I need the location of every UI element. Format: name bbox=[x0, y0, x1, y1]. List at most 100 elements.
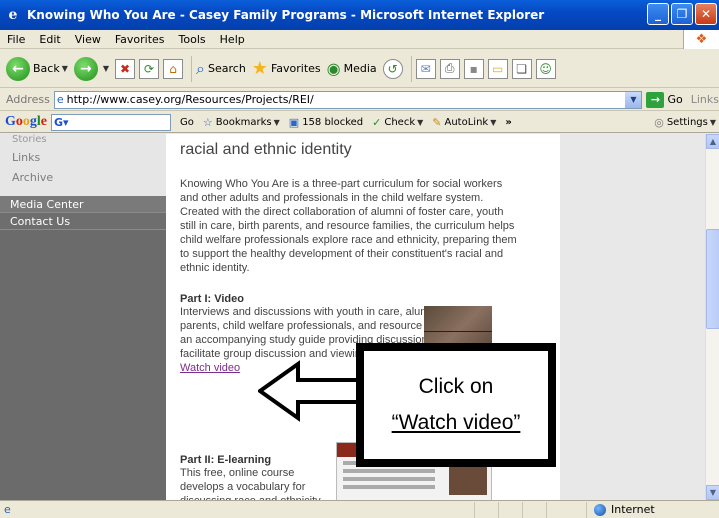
messenger-icon[interactable]: ☺ bbox=[535, 58, 556, 79]
sidebar-item-links[interactable]: Links bbox=[0, 148, 166, 168]
menu-bar: File Edit View Favorites Tools Help ❖ bbox=[0, 30, 719, 49]
forward-button[interactable]: → ▼ bbox=[73, 56, 109, 81]
home-icon[interactable]: ⌂ bbox=[163, 58, 184, 79]
menu-favorites[interactable]: Favorites bbox=[108, 33, 172, 46]
zone-label: Internet bbox=[611, 503, 655, 516]
menu-tools[interactable]: Tools bbox=[172, 33, 213, 46]
favorites-star-icon: ★ bbox=[251, 58, 268, 79]
bookmarks-dropdown-icon: ▼ bbox=[273, 117, 280, 127]
go-arrow-icon: → bbox=[646, 91, 665, 108]
address-dropdown-icon[interactable]: ▼ bbox=[625, 91, 642, 108]
callout-line2: “Watch video” bbox=[391, 411, 521, 434]
favorites-label: Favorites bbox=[270, 62, 321, 75]
bookmarks-star-icon: ☆ bbox=[202, 115, 213, 129]
scroll-down-icon[interactable]: ▼ bbox=[706, 485, 719, 500]
page-icon: e bbox=[56, 93, 64, 106]
autolink-icon: ✎ bbox=[432, 115, 442, 129]
address-field[interactable]: e http://www.casey.org/Resources/Project… bbox=[53, 90, 643, 109]
sidebar-links: Stories Links Archive bbox=[0, 134, 166, 196]
sidebar-item-stories[interactable]: Stories bbox=[0, 134, 166, 148]
refresh-icon[interactable]: ⟳ bbox=[139, 58, 160, 79]
search-icon: ⌕ bbox=[196, 58, 205, 78]
site-sidebar: Stories Links Archive Media Center Conta… bbox=[0, 134, 166, 500]
toolbar-separator bbox=[191, 55, 193, 82]
part2-description: This free, online course develops a voca… bbox=[180, 467, 321, 500]
edit-icon[interactable]: ▪ bbox=[463, 58, 484, 79]
scroll-thumb[interactable] bbox=[706, 229, 719, 329]
part1-title: Part I: Video bbox=[180, 293, 244, 305]
go-button[interactable]: → Go bbox=[646, 91, 683, 108]
favorites-button[interactable]: ★ Favorites bbox=[252, 58, 321, 79]
google-logo[interactable]: Google bbox=[0, 114, 47, 130]
more-chevron-icon[interactable]: » bbox=[505, 117, 511, 128]
status-divider bbox=[586, 502, 587, 518]
window-controls: _ ❐ ✕ bbox=[647, 3, 717, 25]
sidebar-item-archive[interactable]: Archive bbox=[0, 168, 166, 188]
popup-blocker[interactable]: ▣ 158 blocked bbox=[289, 116, 363, 129]
popup-blocked-count: 158 blocked bbox=[302, 116, 364, 128]
address-bar: Address e http://www.casey.org/Resources… bbox=[0, 89, 719, 111]
callout-line1: Click on bbox=[418, 375, 494, 398]
vertical-scrollbar[interactable]: ▲ ▼ bbox=[705, 134, 719, 500]
stop-icon[interactable]: ✖ bbox=[115, 58, 136, 79]
page-status-icon: e bbox=[4, 503, 11, 516]
status-divider bbox=[546, 502, 547, 518]
bookmarks-label: Bookmarks bbox=[215, 116, 272, 128]
callout-arrow bbox=[258, 360, 370, 422]
forward-dropdown-icon[interactable]: ▼ bbox=[103, 64, 109, 73]
menu-edit[interactable]: Edit bbox=[32, 33, 67, 46]
back-dropdown-icon[interactable]: ▼ bbox=[62, 64, 68, 73]
bookmarks-button[interactable]: ☆ Bookmarks ▼ bbox=[203, 116, 280, 129]
google-go-button[interactable]: Go bbox=[180, 117, 194, 128]
sidebar-item-contact-us[interactable]: Contact Us bbox=[0, 213, 166, 230]
print-icon[interactable]: ⎙ bbox=[439, 58, 460, 79]
back-label: Back bbox=[33, 62, 60, 75]
status-divider bbox=[522, 502, 523, 518]
media-icon: ◉ bbox=[326, 59, 341, 78]
spellcheck-label: Check bbox=[384, 116, 416, 128]
media-label: Media bbox=[343, 62, 377, 75]
google-go-label: Go bbox=[180, 116, 194, 128]
scroll-up-icon[interactable]: ▲ bbox=[706, 134, 719, 149]
windows-logo-icon: ❖ bbox=[683, 30, 719, 49]
close-button[interactable]: ✕ bbox=[695, 3, 717, 25]
google-toolbar: Google G▾ Go ☆ Bookmarks ▼ ▣ 158 blocked… bbox=[0, 112, 719, 133]
menu-help[interactable]: Help bbox=[213, 33, 252, 46]
address-label: Address bbox=[6, 93, 50, 106]
folder-icon[interactable]: ▭ bbox=[487, 58, 508, 79]
research-icon[interactable]: ❏ bbox=[511, 58, 532, 79]
spellcheck-icon: ✓ bbox=[372, 115, 382, 129]
page-viewport: Stories Links Archive Media Center Conta… bbox=[0, 134, 705, 500]
page-heading: racial and ethnic identity bbox=[180, 141, 352, 158]
mail-icon[interactable]: ✉ bbox=[415, 58, 436, 79]
menu-view[interactable]: View bbox=[68, 33, 108, 46]
history-icon[interactable]: ↺ bbox=[382, 58, 403, 79]
ie-logo-icon: e bbox=[8, 7, 18, 23]
back-button[interactable]: ← Back ▼ bbox=[6, 56, 68, 81]
watch-video-link[interactable]: Watch video bbox=[180, 362, 240, 374]
google-search-input[interactable]: G▾ bbox=[51, 113, 171, 131]
standard-toolbar: ← Back ▼ → ▼ ✖ ⟳ ⌂ ⌕ Search ★ Favorites … bbox=[0, 50, 719, 88]
menu-file[interactable]: File bbox=[0, 33, 32, 46]
settings-button[interactable]: ◎ Settings ▼ bbox=[654, 116, 716, 129]
check-dropdown-icon: ▼ bbox=[417, 117, 424, 127]
window-title: Knowing Who You Are - Casey Family Progr… bbox=[27, 8, 545, 22]
search-button[interactable]: ⌕ Search bbox=[196, 59, 246, 79]
search-label: Search bbox=[208, 62, 246, 75]
toolbar-separator bbox=[410, 55, 412, 82]
callout-inner: Click on “Watch video” bbox=[364, 351, 548, 459]
maximize-button[interactable]: ❐ bbox=[671, 3, 693, 25]
autolink-label: AutoLink bbox=[444, 116, 489, 128]
popup-blocker-icon: ▣ bbox=[288, 115, 300, 129]
status-bar: e Internet bbox=[0, 500, 719, 518]
status-divider bbox=[498, 502, 499, 518]
autolink-button[interactable]: ✎ AutoLink ▼ bbox=[432, 116, 496, 129]
media-button[interactable]: ◉ Media bbox=[327, 59, 377, 78]
settings-label: Settings bbox=[666, 116, 708, 128]
sidebar-item-media-center[interactable]: Media Center bbox=[0, 196, 166, 213]
settings-icon: ◎ bbox=[654, 115, 664, 129]
minimize-button[interactable]: _ bbox=[647, 3, 669, 25]
spellcheck-button[interactable]: ✓ Check ▼ bbox=[372, 116, 423, 129]
title-bar: e Knowing Who You Are - Casey Family Pro… bbox=[0, 0, 719, 30]
links-button[interactable]: Links bbox=[691, 93, 719, 106]
